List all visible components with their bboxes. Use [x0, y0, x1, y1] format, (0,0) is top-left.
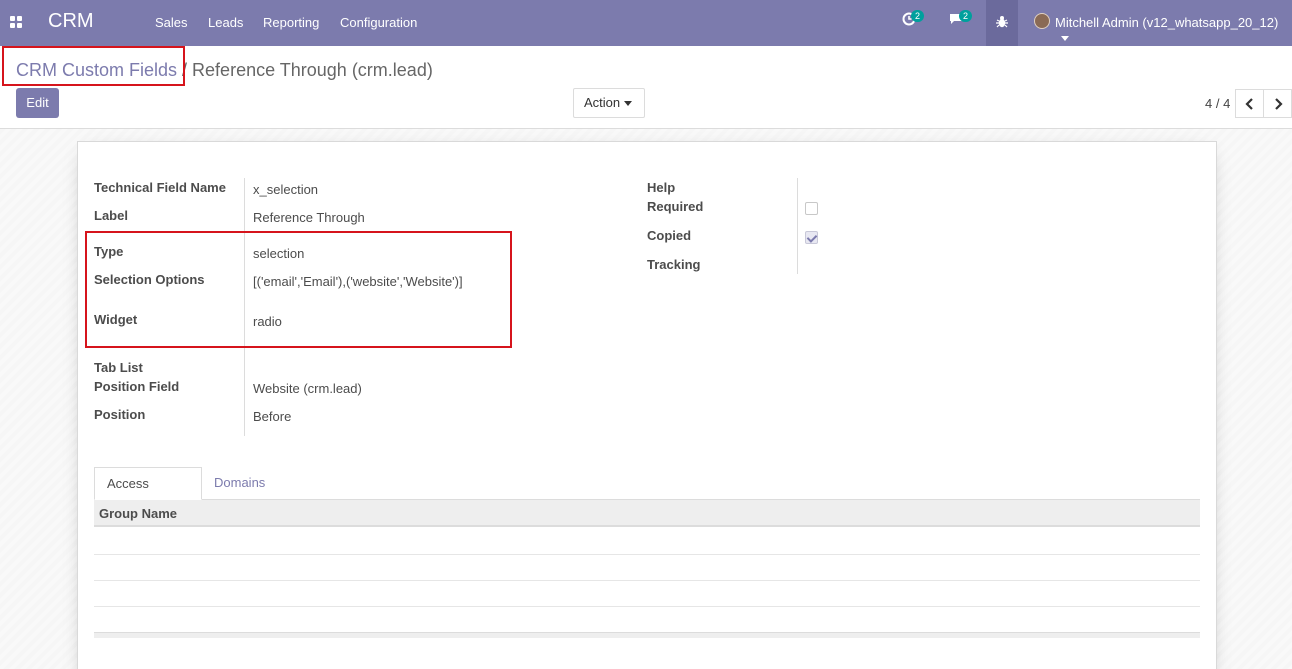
copied-checkbox[interactable] [805, 231, 818, 244]
apps-menu-icon[interactable] [10, 16, 23, 29]
tab-list-label: Tab List [94, 360, 143, 375]
chevron-right-icon [1275, 98, 1283, 110]
menu-reporting[interactable]: Reporting [263, 15, 319, 30]
position-label: Position [94, 407, 146, 422]
menu-leads[interactable]: Leads [208, 15, 243, 30]
activity-button[interactable]: 2 [902, 10, 925, 29]
pager-value[interactable]: 4 / 4 [1205, 96, 1230, 111]
user-avatar[interactable] [1034, 13, 1050, 29]
breadcrumb-current: Reference Through (crm.lead) [192, 60, 433, 80]
pager-previous-button[interactable] [1235, 89, 1264, 118]
help-label: Help [647, 180, 676, 195]
table-header: Group Name [94, 500, 1200, 527]
table-footer [94, 632, 1200, 638]
caret-down-icon [624, 101, 632, 106]
required-checkbox[interactable] [805, 202, 818, 215]
pager-next-button[interactable] [1263, 89, 1292, 118]
technical-field-name-value: x_selection [253, 182, 319, 197]
tab-domains[interactable]: Domains [202, 467, 277, 500]
tracking-label: Tracking [647, 257, 701, 272]
breadcrumb-highlight-box [2, 46, 185, 86]
chevron-left-icon [1245, 98, 1253, 110]
position-field-value: Website (crm.lead) [253, 381, 362, 396]
bug-icon [996, 16, 1008, 28]
technical-field-name-label: Technical Field Name [94, 180, 226, 195]
label-value: Reference Through [253, 210, 365, 225]
menu-sales[interactable]: Sales [155, 15, 188, 30]
tab-access-rights[interactable]: Access Rights [94, 467, 202, 523]
table-row [94, 607, 1200, 633]
action-label: Action [584, 95, 621, 110]
debug-button[interactable] [986, 0, 1018, 46]
copied-label: Copied [647, 228, 692, 243]
messages-badge: 2 [959, 10, 973, 22]
position-value: Before [253, 409, 292, 424]
top-navbar: CRM Sales Leads Reporting Configuration … [0, 0, 1292, 46]
label-label: Label [94, 208, 128, 223]
position-field-label: Position Field [94, 379, 180, 394]
activity-badge: 2 [911, 10, 925, 22]
edit-button[interactable]: Edit [16, 88, 59, 118]
menu-configuration[interactable]: Configuration [340, 15, 417, 30]
column-group-name[interactable]: Group Name [99, 506, 177, 521]
messages-button[interactable]: 2 [948, 10, 973, 29]
chevron-down-icon [1061, 36, 1069, 42]
table-row [94, 529, 1200, 555]
action-dropdown-button[interactable]: Action [573, 88, 645, 118]
required-label: Required [647, 199, 704, 214]
right-group-separator [797, 178, 798, 274]
user-name-label: Mitchell Admin (v12_whatsapp_20_12) [1055, 15, 1279, 30]
type-section-highlight-box [85, 231, 512, 348]
user-menu[interactable]: Mitchell Admin (v12_whatsapp_20_12) [1055, 15, 1292, 45]
app-brand: CRM [48, 10, 94, 32]
table-row [94, 555, 1200, 581]
table-row [94, 581, 1200, 607]
